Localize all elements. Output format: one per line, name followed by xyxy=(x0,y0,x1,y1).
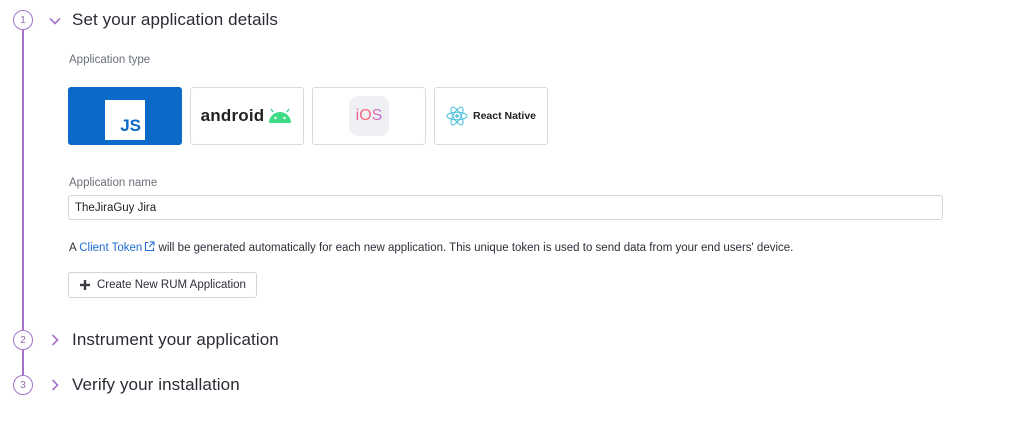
plus-icon xyxy=(80,280,90,290)
step-2-title[interactable]: Instrument your application xyxy=(72,330,279,350)
step-3-number: 3 xyxy=(13,375,33,395)
client-token-info: A Client Token will be generated automat… xyxy=(69,241,793,254)
create-button-label: Create New RUM Application xyxy=(97,279,246,291)
application-name-input[interactable] xyxy=(68,195,943,220)
client-token-link[interactable]: Client Token xyxy=(79,242,142,254)
create-rum-application-button[interactable]: Create New RUM Application xyxy=(68,272,257,298)
android-robot-icon xyxy=(269,108,292,123)
chevron-right-icon[interactable] xyxy=(48,333,62,347)
step-connector-line xyxy=(22,30,24,330)
android-logo-text: android xyxy=(200,106,265,125)
react-native-label: React Native xyxy=(472,110,537,122)
step-3-title[interactable]: Verify your installation xyxy=(72,375,240,395)
app-type-js[interactable]: JS xyxy=(68,87,182,145)
info-suffix: will be generated automatically for each… xyxy=(155,242,794,254)
chevron-right-icon[interactable] xyxy=(48,378,62,392)
js-logo: JS xyxy=(105,100,145,140)
chevron-down-icon[interactable] xyxy=(48,14,62,28)
step-1-number: 1 xyxy=(13,10,33,30)
info-prefix: A xyxy=(69,242,80,254)
step-2-number: 2 xyxy=(13,330,33,350)
react-atom-icon xyxy=(446,106,468,126)
external-link-icon[interactable] xyxy=(144,241,155,252)
application-name-label: Application name xyxy=(69,177,158,189)
application-type-label: Application type xyxy=(69,54,151,66)
step-1-title[interactable]: Set your application details xyxy=(72,10,278,30)
app-type-ios[interactable]: iOS xyxy=(312,87,426,145)
app-type-react-native[interactable]: React Native xyxy=(434,87,548,145)
step-connector-line xyxy=(22,350,24,375)
ios-logo: iOS xyxy=(349,96,389,136)
app-type-android[interactable]: android xyxy=(190,87,304,145)
